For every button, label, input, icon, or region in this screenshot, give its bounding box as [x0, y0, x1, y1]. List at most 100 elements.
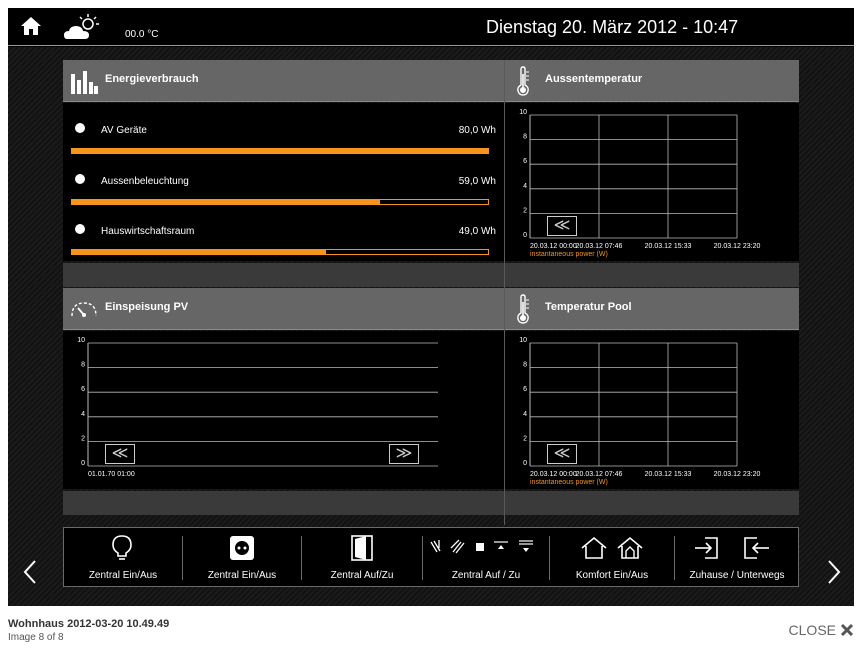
y-tick-label: 2	[81, 435, 85, 442]
energy-panel-footer	[63, 263, 504, 287]
chart-legend: instantaneous power (W)	[530, 251, 608, 258]
blinds-icon	[430, 539, 533, 554]
dashboard-stage: Energieverbrauch AV Geräte 80,0 Wh Ausse…	[8, 47, 854, 606]
energy-progress-bar	[71, 249, 489, 255]
outside-temp-panel-title: Aussentemperatur	[545, 73, 643, 85]
chart-back-button[interactable]: ≪	[547, 444, 577, 464]
y-tick-label: 8	[81, 362, 85, 369]
pv-panel-body: 0 2 4 6 8 10 01.01.70 01:00 ≪ ≫	[63, 331, 504, 489]
y-tick-label: 8	[523, 362, 527, 369]
toolbar-item-door[interactable]: Zentral Auf/Zu	[302, 528, 422, 586]
top-bar: 00.0 °C Dienstag 20. März 2012 - 10:47	[8, 8, 854, 46]
y-tick-label: 4	[523, 183, 527, 190]
chart-forward-button[interactable]: ≫	[389, 444, 419, 464]
bar-chart-icon	[71, 71, 98, 94]
chart-back-button[interactable]: ≪	[105, 444, 135, 464]
pool-temp-panel-header: Temperatur Pool	[505, 288, 799, 330]
chart-legend: instantaneous power (W)	[530, 479, 608, 486]
toolbar-item-blinds[interactable]: Zentral Auf / Zu	[423, 528, 549, 586]
x-tick-label: 20.03.12 07:46	[576, 243, 623, 250]
toolbar-item-light[interactable]: Zentral Ein/Aus	[64, 528, 182, 586]
close-label: CLOSE	[788, 622, 836, 638]
y-tick-label: 0	[523, 460, 527, 467]
y-tick-label: 10	[519, 109, 527, 116]
weather-partly-cloudy-icon	[64, 14, 99, 39]
energy-row-value: 80,0 Wh	[458, 125, 496, 136]
close-icon	[840, 623, 854, 637]
toolbar-item-label: Zentral Auf / Zu	[451, 570, 521, 581]
datetime-display: Dienstag 20. März 2012 - 10:47	[486, 17, 739, 37]
pv-panel-title: Einspeisung PV	[105, 301, 189, 313]
y-tick-label: 4	[81, 411, 85, 418]
temperature-readout: 00.0 °C	[125, 29, 159, 40]
status-dot	[75, 123, 85, 133]
outside-temp-panel-header: Aussentemperatur	[505, 60, 799, 102]
y-tick-label: 0	[523, 232, 527, 239]
pool-temp-panel-title: Temperatur Pool	[545, 301, 632, 313]
toolbar-item-label: Zentral Ein/Aus	[207, 570, 277, 581]
pv-panel-footer	[63, 491, 504, 515]
toolbar-item-comfort[interactable]: Komfort Ein/Aus	[550, 528, 674, 586]
toolbar-item-label: Zuhause / Unterwegs	[689, 570, 785, 581]
toolbar-item-label: Zentral Auf/Zu	[330, 570, 394, 581]
energy-row-value: 59,0 Wh	[458, 176, 496, 187]
next-arrow-icon[interactable]	[826, 559, 842, 585]
y-tick-label: 4	[523, 411, 527, 418]
status-dot	[75, 174, 85, 184]
y-tick-label: 2	[523, 435, 527, 442]
pool-temp-panel-footer	[505, 491, 799, 515]
toolbar-item-socket[interactable]: Zentral Ein/Aus	[183, 528, 301, 586]
energy-panel-title: Energieverbrauch	[105, 73, 199, 85]
toolbar-item-label: Zentral Ein/Aus	[88, 570, 158, 581]
energy-panel-body: AV Geräte 80,0 Wh Aussenbeleuchtung 59,0…	[63, 103, 504, 261]
toolbar-item-label: Komfort Ein/Aus	[575, 570, 649, 581]
login-logout-icon	[695, 537, 769, 559]
y-tick-label: 2	[523, 207, 527, 214]
pool-temp-chart: 0 2 4 6 8 10 20.03.12 00:0020.03.12 07:46 20.03…	[519, 337, 761, 478]
x-tick-label: 20.03.12 00:00	[530, 243, 577, 250]
energy-row-label: Hauswirtschaftsraum	[101, 226, 195, 237]
x-tick-label: 20.03.12 23:20	[714, 243, 761, 250]
status-dot	[75, 224, 85, 234]
energy-row-label: Aussenbeleuchtung	[101, 176, 189, 187]
energy-row-value: 49,0 Wh	[458, 226, 496, 237]
y-tick-label: 10	[519, 337, 527, 344]
x-tick-label: 20.03.12 07:46	[576, 471, 623, 478]
toolbar-item-home-away[interactable]: Zuhause / Unterwegs	[675, 528, 799, 586]
pv-chart: 0 2 4 6 8 10 01.01.70 01:00	[77, 337, 438, 478]
image-counter: Image 8 of 8	[8, 632, 64, 643]
y-tick-label: 0	[81, 460, 85, 467]
x-tick-label: 01.01.70 01:00	[88, 471, 135, 478]
close-button[interactable]: CLOSE	[789, 622, 854, 638]
home-icon[interactable]	[20, 16, 42, 36]
lightbox-frame: 00.0 °C Dienstag 20. März 2012 - 10:47 E…	[8, 8, 854, 606]
outside-temp-panel-body: 0 2 4 6 8 10 20.03.12 00:00 20.03.12 07:46 20.03…	[505, 103, 799, 261]
house-icon	[581, 536, 643, 559]
y-tick-label: 8	[523, 134, 527, 141]
scene-toolbar: Zentral Ein/Aus Zentral Ein/Aus Zentral …	[63, 527, 799, 587]
thermometer-icon	[517, 294, 529, 324]
x-tick-label: 20.03.12 23:20	[714, 471, 761, 478]
energy-progress-fill	[72, 149, 488, 153]
energy-progress-fill	[72, 200, 380, 204]
speedometer-icon	[71, 302, 97, 317]
energy-progress-fill	[72, 250, 326, 254]
power-socket-icon	[230, 536, 254, 560]
pv-panel-header: Einspeisung PV	[63, 288, 504, 330]
y-tick-label: 10	[77, 337, 85, 344]
outside-temp-chart: 0 2 4 6 8 10 20.03.12 00:0020.03.12 07:46 20.03…	[519, 109, 761, 250]
x-tick-label: 20.03.12 15:33	[645, 243, 692, 250]
energy-row-label: AV Geräte	[101, 125, 147, 136]
x-tick-label: 20.03.12 15:33	[645, 471, 692, 478]
y-tick-label: 6	[523, 158, 527, 165]
outside-temp-panel-footer	[505, 263, 799, 287]
thermometer-icon	[517, 66, 529, 96]
energy-progress-bar	[71, 148, 489, 154]
energy-panel-header: Energieverbrauch	[63, 60, 504, 102]
lightbulb-icon	[112, 535, 132, 560]
chart-back-button[interactable]: ≪	[547, 216, 577, 236]
door-icon	[351, 535, 373, 561]
previous-arrow-icon[interactable]	[22, 559, 38, 585]
energy-progress-bar	[71, 199, 489, 205]
image-caption-title: Wohnhaus 2012-03-20 10.49.49	[8, 618, 170, 630]
